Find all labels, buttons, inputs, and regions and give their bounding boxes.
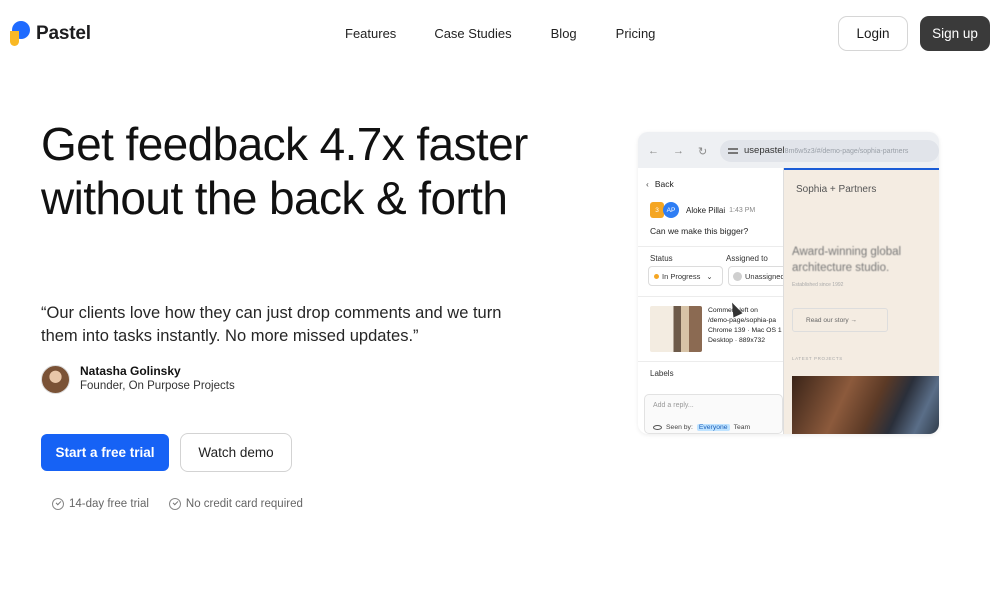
url-field: usepastel8m6w5z3/#/demo-page/sophia-part… xyxy=(720,140,939,162)
testimonial-author: Natasha Golinsky Founder, On Purpose Pro… xyxy=(41,364,235,394)
browser-bar: ← → ↻ usepastel8m6w5z3/#/demo-page/sophi… xyxy=(638,132,939,168)
labels-label: Labels xyxy=(650,369,674,378)
site-settings-icon xyxy=(728,146,738,156)
back-link: ‹ Back xyxy=(646,179,674,189)
back-arrow-icon: ← xyxy=(648,145,659,157)
status-dot xyxy=(654,273,659,279)
reply-placeholder: Add a reply... xyxy=(653,402,694,409)
perks-list: 14-day free trial No credit card require… xyxy=(52,498,303,510)
divider xyxy=(638,361,783,362)
site-project-photo xyxy=(792,376,939,434)
author-role: Founder, On Purpose Projects xyxy=(80,380,235,392)
forward-arrow-icon: → xyxy=(673,145,684,157)
check-circle-icon xyxy=(168,498,181,510)
reply-box: Add a reply... Seen by: Everyone Team xyxy=(644,394,783,434)
hero-headline: Get feedback 4.7x faster without the bac… xyxy=(41,118,528,224)
signup-button[interactable]: Sign up xyxy=(920,16,990,51)
nav-link-case-studies[interactable]: Case Studies xyxy=(434,26,511,41)
pastel-logo-icon xyxy=(10,21,30,47)
logo[interactable]: Pastel xyxy=(10,21,91,47)
unassigned-avatar xyxy=(733,271,742,281)
seen-by-label: Seen by: xyxy=(666,424,693,431)
site-subtext: Established since 1992 xyxy=(792,282,844,288)
login-button[interactable]: Login xyxy=(838,16,908,51)
perk-item: 14-day free trial xyxy=(52,498,149,510)
top-nav: Pastel Features Case Studies Blog Pricin… xyxy=(0,0,1000,68)
seen-by: Seen by: Everyone Team xyxy=(653,424,750,431)
assignee-value: Unassigned xyxy=(745,271,785,281)
status-label: Status xyxy=(650,254,673,263)
nav-link-pricing[interactable]: Pricing xyxy=(616,26,656,41)
assigned-label: Assigned to xyxy=(726,254,768,263)
website-preview: Sophia + Partners Award-winning global a… xyxy=(783,168,939,434)
site-story-button: Read our story → xyxy=(792,308,888,332)
start-free-trial-button[interactable]: Start a free trial xyxy=(41,434,169,471)
testimonial-quote: “Our clients love how they can just drop… xyxy=(41,304,502,345)
author-name: Natasha Golinsky xyxy=(80,364,181,378)
comment-meta: Comment left on /demo-page/sophia-pa Chr… xyxy=(708,306,782,346)
nav-link-features[interactable]: Features xyxy=(345,26,396,41)
meta-line: /demo-page/sophia-pa xyxy=(708,317,777,324)
perk-label: No credit card required xyxy=(185,498,303,510)
site-latest-label: LATEST PROJECTS xyxy=(792,356,843,361)
comment-number-badge: 3 xyxy=(650,202,664,218)
screenshot-thumbnail xyxy=(650,306,702,352)
divider xyxy=(638,296,783,297)
eye-icon xyxy=(653,425,662,430)
seen-team-label: Team xyxy=(733,424,751,431)
commenter-avatar: AP xyxy=(663,202,679,218)
meta-line: Comment left on xyxy=(708,307,758,314)
reload-icon: ↻ xyxy=(698,146,708,158)
assignee-select: Unassigned xyxy=(728,266,788,286)
chevron-down-icon: ⌄ xyxy=(706,271,713,281)
divider xyxy=(638,246,783,247)
perk-item: No credit card required xyxy=(168,498,303,510)
status-value: In Progress xyxy=(662,271,701,281)
nav-links: Features Case Studies Blog Pricing xyxy=(345,26,655,41)
url-domain: usepastel xyxy=(744,145,785,156)
product-screenshot: ← → ↻ usepastel8m6w5z3/#/demo-page/sophi… xyxy=(638,132,939,434)
site-headline: Award-winning global architecture studio… xyxy=(792,246,902,274)
back-label: Back xyxy=(654,179,674,189)
url-path: 8m6w5z3/#/demo-page/sophia-partners xyxy=(784,148,909,155)
avatar xyxy=(41,364,70,394)
check-circle-icon xyxy=(52,498,64,510)
site-accent-line xyxy=(784,168,939,170)
status-select: In Progress ⌄ xyxy=(648,266,723,286)
seen-everyone-pill: Everyone xyxy=(696,424,730,431)
browser-controls: ← → ↻ xyxy=(648,145,707,158)
nav-link-blog[interactable]: Blog xyxy=(551,26,577,41)
comment-body: Can we make this bigger? xyxy=(650,226,749,236)
site-brand: Sophia + Partners xyxy=(796,184,877,195)
meta-line: Desktop · 889x732 xyxy=(708,337,766,344)
comment-header: 3 AP Aloke Pillai 1:43 PM xyxy=(650,202,755,218)
chevron-left-icon: ‹ xyxy=(646,179,649,189)
commenter-name: Aloke Pillai xyxy=(686,205,726,215)
logo-text: Pastel xyxy=(36,23,91,44)
comment-time: 1:43 PM xyxy=(729,206,756,214)
meta-line: Chrome 139 · Mac OS 1 xyxy=(708,327,782,334)
perk-label: 14-day free trial xyxy=(69,498,149,510)
comment-panel: ‹ Back 3 AP Aloke Pillai 1:43 PM Can we m… xyxy=(638,168,788,434)
watch-demo-button[interactable]: Watch demo xyxy=(180,433,292,472)
